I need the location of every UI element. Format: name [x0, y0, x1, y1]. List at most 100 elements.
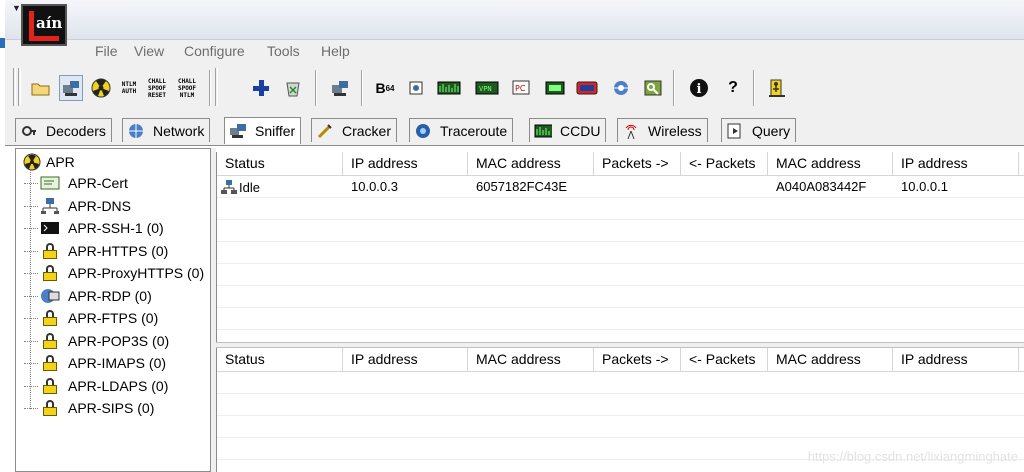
column-ip-address[interactable]: IP address	[343, 348, 468, 372]
column-ip-address[interactable]: IP address	[343, 152, 468, 176]
tab-label: Query	[752, 122, 791, 139]
toolbar: NTLM AUTH CHALL SPOOF RESET CHALL SPOOF …	[5, 62, 1024, 114]
toolbar-separator	[673, 70, 675, 106]
tree-item-apr-cert[interactable]: APR-Cert	[24, 172, 128, 194]
lock-icon	[40, 242, 60, 260]
tab-decoders[interactable]: Decoders	[15, 118, 112, 142]
menu-configure[interactable]: Configure	[184, 43, 245, 59]
tree-item-apr-rdp[interactable]: APR-RDP (0)	[24, 285, 152, 307]
vpn-icon[interactable]: VPN	[475, 75, 499, 101]
empty-row	[217, 242, 1024, 264]
column-packets-in[interactable]: <- Packets	[681, 152, 768, 176]
apr-hosts-list-top[interactable]: Status IP address MAC address Packets ->…	[216, 152, 1024, 342]
ntlm-auth-icon[interactable]: NTLM AUTH	[117, 75, 141, 101]
start-apr-icon[interactable]	[89, 75, 113, 101]
lsa-secrets-icon[interactable]	[405, 75, 429, 101]
tab-label: CCDU	[560, 122, 601, 139]
column-packets-out[interactable]: Packets ->	[594, 348, 681, 372]
tab-cracker[interactable]: Cracker	[311, 118, 398, 142]
column-ip-address-2[interactable]: IP address	[893, 152, 1019, 176]
wordlist-icon[interactable]	[437, 75, 461, 101]
tree-item-apr-ssh[interactable]: APR-SSH-1 (0)	[24, 217, 164, 239]
svg-text:PC: PC	[515, 84, 526, 93]
tab-strip: Decoders Network Sniffer Cracker Tracero…	[5, 114, 1024, 146]
tree-item-label: APR-LDAPS (0)	[68, 378, 169, 394]
chall-spoof-reset-icon[interactable]: CHALL SPOOF RESET	[145, 75, 169, 101]
add-icon[interactable]	[249, 75, 273, 101]
column-mac-address-2[interactable]: MAC address	[768, 348, 893, 372]
tree-item-apr-https[interactable]: APR-HTTPS (0)	[24, 240, 169, 262]
row-ip-address-2: 10.0.0.1	[901, 179, 948, 194]
toolbar-separator	[315, 70, 317, 106]
tree-item-apr-ftps[interactable]: APR-FTPS (0)	[24, 307, 159, 329]
cain-logo: aín	[21, 4, 67, 46]
column-mac-address-2[interactable]: MAC address	[768, 152, 893, 176]
toolbar-grip[interactable]	[215, 68, 218, 106]
lock-icon	[40, 309, 60, 327]
chall-spoof-ntlm-icon[interactable]: CHALL SPOOF NTLM	[175, 75, 199, 101]
tree-item-apr-ldaps[interactable]: APR-LDAPS (0)	[24, 375, 169, 397]
tree-item-apr-pop3s[interactable]: APR-POP3S (0)	[24, 330, 170, 352]
menu-view[interactable]: View	[134, 43, 164, 59]
column-packets-in[interactable]: <- Packets	[681, 348, 768, 372]
exit-icon[interactable]	[765, 75, 789, 101]
tree-item-label: APR-SSH-1 (0)	[68, 220, 164, 236]
certificate-icon	[40, 174, 60, 192]
column-status[interactable]: Status	[217, 348, 343, 372]
host-pair-icon	[221, 180, 237, 194]
watermark: https://blog.csdn.net/lixiangminghate	[807, 449, 1018, 464]
tab-wireless[interactable]: Wireless	[617, 118, 708, 142]
tree-item-label: APR-FTPS (0)	[68, 310, 159, 326]
info-icon[interactable]: i	[687, 75, 711, 101]
empty-row	[217, 394, 1024, 416]
tab-traceroute[interactable]: Traceroute	[409, 118, 514, 142]
tree-item-apr-proxyhttps[interactable]: APR-ProxyHTTPS (0)	[24, 262, 204, 284]
base64-icon[interactable]: B 64	[373, 75, 397, 101]
empty-row	[217, 308, 1024, 330]
ccdu-icon[interactable]	[543, 75, 567, 101]
menu-bar: File View Configure Tools Help	[5, 40, 1024, 62]
wireless-icon	[622, 122, 640, 140]
sniffer-icon[interactable]	[328, 75, 352, 101]
tree-item-apr-imaps[interactable]: APR-IMAPS (0)	[24, 352, 166, 374]
tab-ccdu[interactable]: CCDU	[529, 118, 607, 142]
menu-file[interactable]: File	[95, 43, 118, 59]
sniffer-icon	[229, 122, 247, 140]
tab-label: Cracker	[342, 122, 392, 139]
empty-row	[217, 416, 1024, 438]
key-icon[interactable]	[641, 75, 665, 101]
traceroute-icon	[414, 122, 432, 140]
ie-icon[interactable]	[609, 75, 633, 101]
cracker-icon	[316, 122, 334, 140]
tree-item-label: APR-HTTPS (0)	[68, 243, 169, 259]
tree-item-apr-dns[interactable]: APR-DNS	[24, 195, 132, 217]
tab-sniffer[interactable]: Sniffer	[224, 117, 302, 144]
tab-network[interactable]: Network	[122, 118, 211, 142]
column-packets-out[interactable]: Packets ->	[594, 152, 681, 176]
tab-query[interactable]: Query	[721, 118, 797, 142]
tree-item-apr-sips[interactable]: APR-SIPS (0)	[24, 397, 154, 419]
menu-tools[interactable]: Tools	[267, 43, 300, 59]
toolbar-grip[interactable]	[13, 68, 16, 106]
network-icon	[127, 122, 145, 140]
remove-icon[interactable]	[281, 75, 305, 101]
column-status[interactable]: Status	[217, 152, 343, 176]
network-card-icon[interactable]	[575, 75, 599, 101]
column-mac-address[interactable]: MAC address	[468, 152, 594, 176]
tab-label: Decoders	[46, 122, 106, 139]
pc-icon[interactable]: PC	[509, 75, 533, 101]
column-ip-address-2[interactable]: IP address	[893, 348, 1019, 372]
start-sniffer-icon[interactable]	[59, 75, 83, 101]
tree-item-label: APR-POP3S (0)	[68, 333, 170, 349]
apr-tree[interactable]: APR APR-Cert APR-DNS APR-SSH-1 (0) APR-H…	[15, 148, 211, 472]
lock-icon	[40, 399, 60, 417]
lock-icon	[40, 354, 60, 372]
column-mac-address[interactable]: MAC address	[468, 348, 594, 372]
menu-help[interactable]: Help	[321, 43, 350, 59]
table-row[interactable]: Idle 10.0.0.3 6057182FC43E A040A083442F …	[217, 176, 1024, 198]
help-icon[interactable]: ?	[721, 75, 745, 101]
tree-item-label: APR-DNS	[68, 198, 132, 214]
open-folder-icon[interactable]	[29, 75, 53, 101]
lock-icon	[40, 377, 60, 395]
decoders-icon	[20, 122, 38, 140]
